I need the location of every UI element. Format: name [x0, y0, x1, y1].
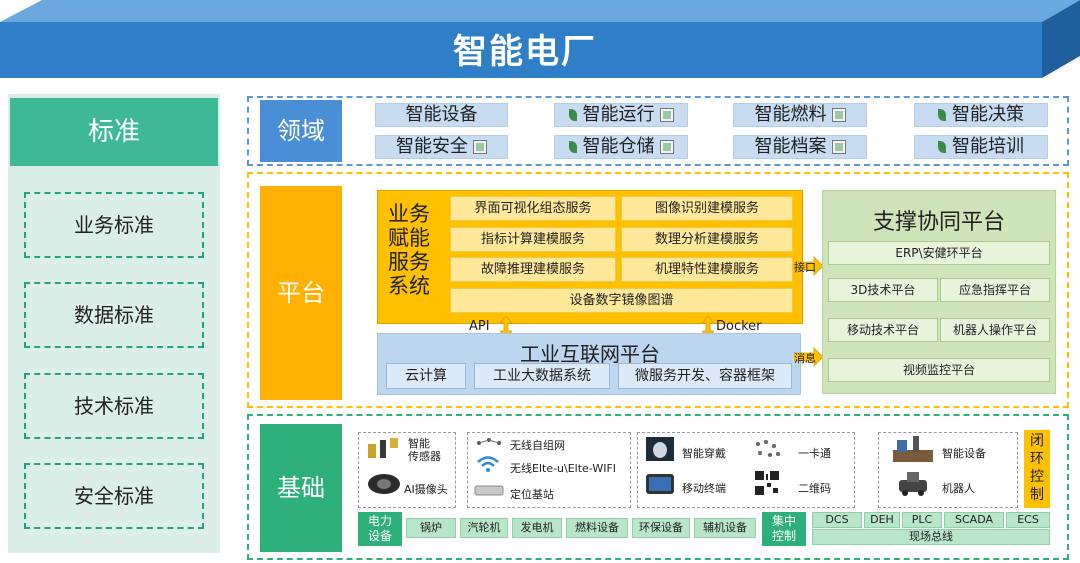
standard-technical: 技术标准: [24, 373, 204, 439]
domain-item: 智能仓储: [554, 135, 688, 159]
mobile-terminal-icon: [646, 474, 674, 494]
smart-device-icon: [893, 436, 933, 462]
station-label: 定位基站: [510, 488, 554, 501]
image-icon: [831, 108, 846, 122]
closed-loop-label: 闭环控制: [1030, 433, 1044, 503]
control-system-cell: DEH: [864, 512, 900, 528]
business-system-label: 业务赋能服务系统: [388, 202, 430, 298]
wifi-icon: [477, 456, 499, 472]
control-system-cell: PLC: [902, 512, 942, 528]
sensor-icon: [368, 438, 398, 458]
smart-device-label: 智能设备: [942, 447, 986, 460]
leaf-icon: [568, 141, 577, 153]
service-cell: 机理特性建模服务: [621, 257, 793, 282]
mobile-label: 移动终端: [682, 482, 726, 495]
qrcode-label: 二维码: [798, 482, 831, 495]
domain-item: 智能运行: [554, 103, 688, 127]
interface-label: 接口: [794, 261, 816, 274]
card-icon: [756, 440, 780, 457]
support-cell: 应急指挥平台: [940, 278, 1050, 302]
service-cell: 指标计算建模服务: [450, 227, 616, 252]
central-control-head: 集中控制: [762, 512, 806, 546]
domain-item: 智能培训: [914, 135, 1048, 159]
industrial-cell: 微服务开发、容器框架: [618, 363, 792, 389]
base-label: 基础: [260, 424, 342, 552]
standard-security: 安全标准: [24, 463, 204, 529]
domain-label: 领域: [260, 100, 342, 162]
standard-data: 数据标准: [24, 282, 204, 348]
support-cell: 3D技术平台: [828, 278, 938, 302]
camera-icon: [368, 474, 400, 494]
leaf-icon: [568, 109, 577, 121]
mesh-network-icon: [477, 438, 501, 445]
control-system-cell: DCS: [812, 512, 862, 528]
service-cell: 图像识别建模服务: [621, 196, 793, 221]
equipment-cell: 辅机设备: [694, 518, 756, 538]
equipment-cell: 燃料设备: [566, 518, 628, 538]
wearable-label: 智能穿戴: [682, 447, 726, 460]
ai-camera-label: AI摄像头: [404, 483, 448, 496]
title-banner: 智能电厂: [0, 0, 1080, 82]
support-cell: 视频监控平台: [828, 358, 1050, 382]
image-icon: [831, 140, 846, 154]
service-cell-wide: 设备数字镜像图谱: [450, 288, 793, 313]
control-system-cell: SCADA: [944, 512, 1004, 528]
equipment-cell: 汽轮机: [460, 518, 508, 538]
leaf-icon: [938, 109, 946, 121]
fieldbus-cell: 现场总线: [812, 529, 1050, 545]
docker-label: Docker: [716, 319, 762, 334]
standards-header: 标准: [10, 98, 218, 166]
robot-label: 机器人: [942, 482, 975, 495]
domain-item: 智能档案: [733, 135, 867, 159]
card-label: 一卡通: [798, 447, 831, 460]
support-platform-title: 支撑协同平台: [872, 210, 1005, 235]
image-icon: [659, 108, 674, 122]
smart-sensor-label: 智能 传感器: [408, 437, 441, 463]
industrial-cell: 工业大数据系统: [474, 363, 610, 389]
platform-label: 平台: [260, 186, 342, 400]
support-cell: 移动技术平台: [828, 318, 938, 342]
domain-item: 智能设备: [375, 103, 508, 127]
base-station-icon: [474, 485, 504, 496]
domain-item: 智能燃料: [733, 103, 867, 127]
service-cell: 数理分析建模服务: [621, 227, 793, 252]
domain-item: 智能安全: [375, 135, 508, 159]
standards-panel: 标准 业务标准 数据标准 技术标准 安全标准: [8, 94, 220, 553]
service-cell: 界面可视化组态服务: [450, 196, 616, 221]
message-label: 消息: [794, 352, 816, 365]
equipment-cell: 发电机: [512, 518, 562, 538]
wearable-icon: [646, 437, 674, 461]
support-cell: ERP\安健环平台: [828, 241, 1050, 265]
robot-icon: [899, 472, 927, 496]
page-title: 智能电厂: [453, 32, 597, 72]
mesh-label: 无线自组网: [510, 439, 565, 452]
power-equipment-head-label: 电力设备: [367, 514, 392, 543]
power-equipment-head: 电力设备: [358, 512, 402, 546]
support-cell: 机器人操作平台: [940, 318, 1050, 342]
standard-business: 业务标准: [24, 192, 204, 258]
api-label: API: [469, 319, 490, 334]
image-icon: [473, 140, 487, 154]
central-control-head-label: 集中控制: [771, 514, 796, 543]
equipment-cell: 环保设备: [632, 518, 690, 538]
equipment-cell: 锅炉: [406, 518, 456, 538]
domain-item: 智能决策: [914, 103, 1048, 127]
image-icon: [659, 140, 674, 154]
closed-loop-control: 闭环控制: [1024, 430, 1050, 508]
service-cell: 故障推理建模服务: [450, 257, 616, 282]
qrcode-icon: [754, 470, 780, 496]
leaf-icon: [938, 141, 946, 153]
control-system-cell: ECS: [1006, 512, 1050, 528]
elte-label: 无线Elte-u\Elte-WIFI: [510, 462, 617, 475]
industrial-cell: 云计算: [386, 363, 466, 389]
